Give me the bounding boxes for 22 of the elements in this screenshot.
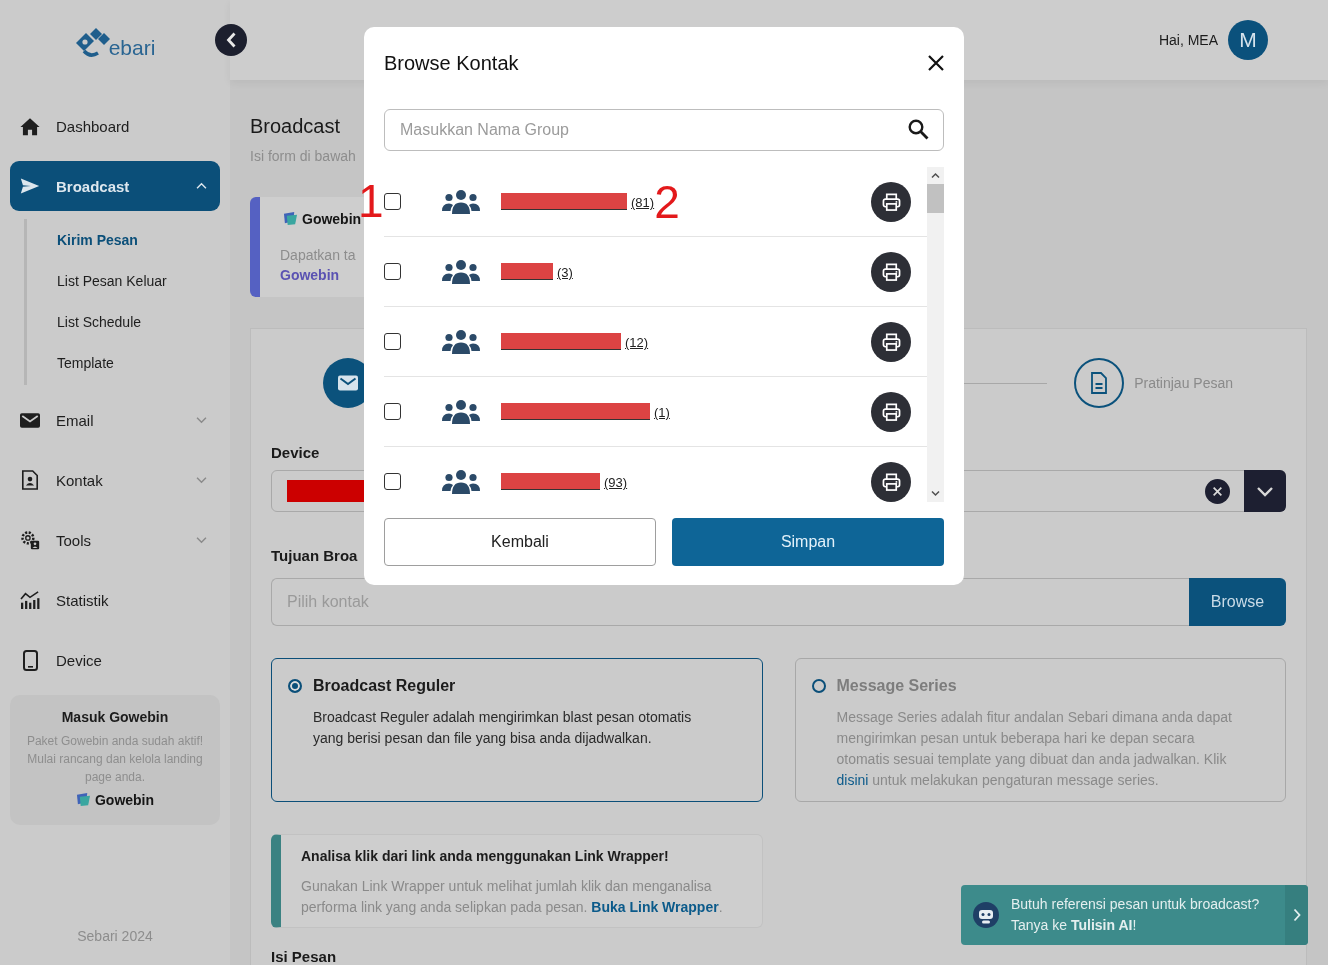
option-description: Message Series adalah fitur andalan Sebari dimana anda dapat mengirimkan pesan untuk beberapa hari ke depan secara otomatis sesuai template yang dibuat dan anda jadwalkan. Klik disini untuk melakukan pengaturan message series. <box>836 708 1233 790</box>
page-subtitle: Isi form di bawah <box>250 147 356 166</box>
option-description: Broadcast Reguler adalah mengirimkan blast pesan otomatis yang berisi pesan dan file yang bisa anda dijadwalkan. <box>313 708 693 748</box>
annotation-number: 2 <box>654 178 680 225</box>
logo-text: ebari <box>108 37 156 58</box>
page-title: Broadcast <box>250 114 341 139</box>
brand-name: Gowebin <box>302 211 362 227</box>
promo-text: Dapatkan ta <box>280 246 356 265</box>
footer-text: Sebari 2024 <box>77 928 153 944</box>
greeting: Hai, MEA <box>1158 32 1218 48</box>
alert-text: Gunakan Link Wrapper untuk melihat jumlah klik dan menganalisa performa link yang anda selipkan pada pesan. Buka Link Wrapper. <box>301 877 724 917</box>
option-title: Message Series <box>836 677 957 695</box>
dialog-title: Browse Kontak <box>384 51 519 75</box>
field-label: Tujuan Broa <box>271 546 358 566</box>
chat-prompt-text: Butuh referensi pesan untuk broadcast? Tanya ke Tulisin AI! <box>1011 895 1261 935</box>
field-label: Device <box>271 443 320 463</box>
alert-title: Analisa klik dari link anda menggunakan Link Wrapper! <box>301 847 669 865</box>
field-label: Isi Pesan <box>271 947 337 965</box>
brand-name: Gowebin <box>94 792 155 808</box>
option-title: Broadcast Reguler <box>313 677 456 695</box>
step-label: Pratinjau Pesan <box>1134 375 1233 391</box>
promo-title: Masuk Gowebin <box>61 709 169 726</box>
